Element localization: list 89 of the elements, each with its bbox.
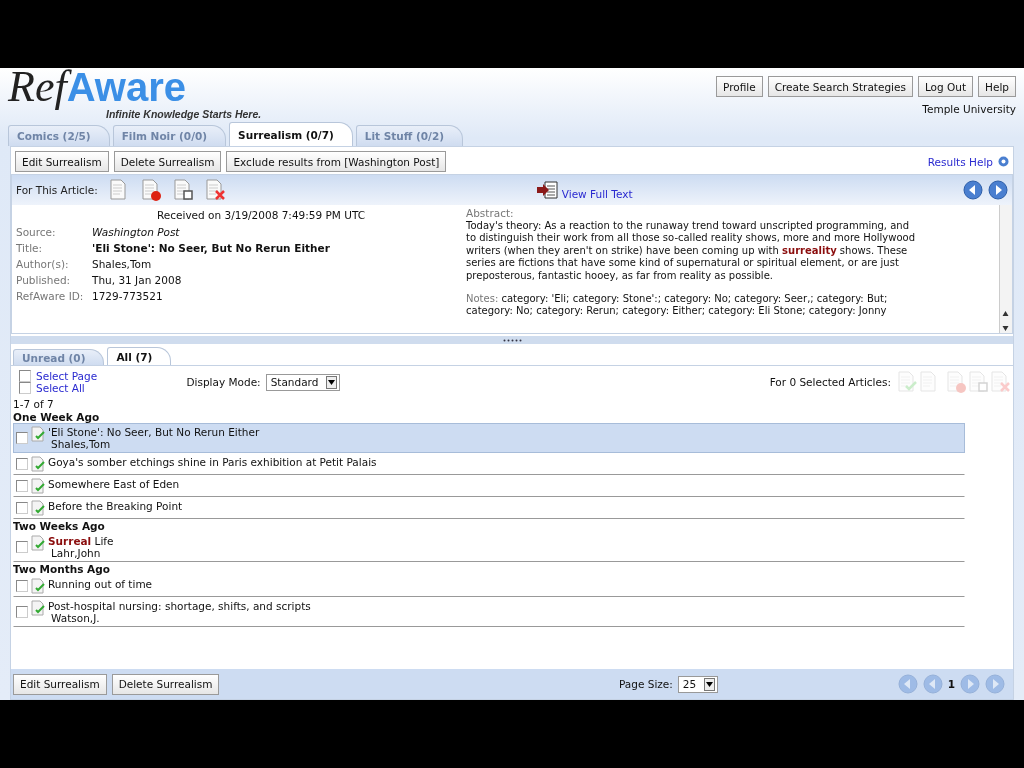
toolbar-button[interactable]: Exclude results from [Washington Post] (226, 151, 447, 172)
group-heading: Two Months Ago (13, 563, 110, 575)
field-label: Source: (16, 225, 57, 240)
document-check-icon[interactable] (896, 371, 918, 393)
toolbar-button[interactable]: Delete Surrealism (113, 151, 222, 172)
article-title: Before the Breaking Point (48, 500, 183, 512)
tagline: Infinite Knowledge Starts Here. (106, 108, 262, 120)
article-title: Post-hospital nursing: shortage, shifts, and scripts (48, 600, 311, 612)
article-row[interactable]: Surreal Life Lahr,John (13, 532, 965, 562)
grip-dots-icon[interactable] (502, 338, 522, 342)
document-delete-icon[interactable] (203, 179, 226, 201)
group-heading: Two Weeks Ago (13, 520, 105, 532)
checkbox[interactable] (19, 382, 31, 394)
article-row[interactable]: Goya's somber etchings shine in Paris exhibition at Petit Palais (13, 453, 965, 475)
abstract-text: Today's theory: As a reaction to the runaway trend toward unscripted programming, and to distinguish their work from all those so-called reality shows, more and more Hollywood writers (when they aren't on strike) have been coming up with surreality shows. These series are fictions that have some kind of supernatural or spiritual element, or are just preposterous, fantastic hooey, as far from reality as possible. (466, 219, 917, 283)
article-author: Watson,J. (50, 612, 101, 624)
previous-icon[interactable] (963, 180, 983, 200)
dropdown-caret-icon[interactable] (326, 375, 338, 389)
header-button[interactable]: Profile (716, 76, 763, 97)
article-row[interactable]: 'Eli Stone': No Seer, But No Rerun Either Shales,Tom (13, 423, 965, 453)
field-label: Published: (16, 273, 72, 288)
checkbox[interactable] (16, 580, 28, 592)
group-heading: One Week Ago (13, 411, 100, 423)
received-date: Received on 3/19/2008 7:49:59 PM UTC (155, 209, 367, 221)
splitter-handle[interactable] (11, 336, 1013, 344)
article-title: Goya's somber etchings shine in Paris exhibition at Petit Palais (48, 456, 377, 468)
institution-name: Temple University (922, 103, 1016, 115)
article-author: Lahr,John (50, 547, 102, 559)
document-check-icon (30, 600, 46, 616)
checkbox[interactable] (16, 502, 28, 514)
selected-articles-label: For 0 Selected Articles: (769, 376, 891, 388)
full-text-icon[interactable] (535, 180, 560, 200)
document-check-icon (30, 578, 46, 594)
header-button[interactable]: Help (978, 76, 1016, 97)
document-check-icon (30, 500, 46, 516)
field-label: Author(s): (16, 257, 70, 272)
article-title: 'Eli Stone': No Seer, But No Rerun Either (48, 426, 260, 438)
article-row[interactable]: Running out of time (13, 575, 965, 597)
field-value: 1729-773521 (92, 289, 163, 304)
checkbox[interactable] (16, 480, 28, 492)
select-page-link[interactable]: Select Page (36, 370, 98, 382)
field-label: Title: (16, 241, 44, 256)
header-button[interactable]: Log Out (917, 76, 974, 97)
checkbox[interactable] (16, 606, 28, 618)
document-check-icon (30, 426, 46, 442)
footer-button[interactable]: Edit Surrealism (13, 673, 107, 695)
list-tab[interactable]: All (7) (107, 347, 172, 365)
scrollbar[interactable] (999, 205, 1012, 333)
folder-tab[interactable]: Surrealism (0/7) (229, 122, 353, 146)
field-value: 'Eli Stone': No Seer, But No Rerun Either (92, 241, 330, 256)
checkbox[interactable] (16, 432, 28, 444)
article-title: Somewhere East of Eden (48, 478, 180, 490)
article-row[interactable]: Somewhere East of Eden (13, 475, 965, 497)
field-value: Shales,Tom (92, 257, 152, 272)
display-mode-label: Display Mode: (186, 376, 261, 388)
field-label: RefAware ID: (16, 289, 85, 304)
document-save-icon[interactable] (171, 179, 194, 201)
field-value: Thu, 31 Jan 2008 (92, 273, 182, 288)
article-title: Surreal Life (48, 535, 114, 547)
document-record-icon[interactable] (139, 179, 162, 201)
checkbox[interactable] (19, 370, 31, 382)
article-actions-label: For This Article: (16, 184, 98, 196)
page-size-select[interactable]: 25 (677, 675, 719, 693)
scroll-arrows-icon[interactable] (1000, 309, 1011, 333)
abstract-label: Abstract: (466, 207, 514, 219)
checkbox[interactable] (16, 458, 28, 470)
checkbox[interactable] (16, 541, 28, 553)
page-number: 1 (947, 678, 955, 690)
results-help-link[interactable]: Results Help (927, 155, 993, 168)
document-check-icon (30, 456, 46, 472)
document-check-icon (30, 535, 46, 551)
article-row[interactable]: Post-hospital nursing: shortage, shifts, and scripts Watson,J. (13, 597, 965, 627)
article-row[interactable]: Before the Breaking Point (13, 497, 965, 519)
article-author: Shales,Tom (50, 438, 112, 450)
notes-text: Notes: category: 'Eli; category: Stone':; category: No; category: Seer,; category: But; category: No; category: Rerun; category: Either; category: Eli Stone; category: Jonny (466, 292, 889, 318)
footer-button[interactable]: Delete Surrealism (111, 673, 220, 695)
page-size-label: Page Size: (618, 678, 673, 690)
header-button[interactable]: Create Search Strategies (767, 76, 913, 97)
help-icon[interactable] (998, 156, 1009, 167)
select-all-link[interactable]: Select All (36, 382, 85, 394)
next-icon[interactable] (988, 180, 1008, 200)
document-check-icon (30, 478, 46, 494)
toolbar-button[interactable]: Edit Surrealism (15, 151, 109, 172)
dropdown-caret-icon[interactable] (704, 677, 716, 691)
view-full-text-link[interactable]: View Full Text (561, 188, 633, 200)
field-value: Washington Post (92, 225, 180, 240)
display-mode-select[interactable]: Standard (265, 373, 341, 391)
result-range: 1-7 of 7 (13, 398, 54, 410)
article-title: Running out of time (48, 578, 153, 590)
